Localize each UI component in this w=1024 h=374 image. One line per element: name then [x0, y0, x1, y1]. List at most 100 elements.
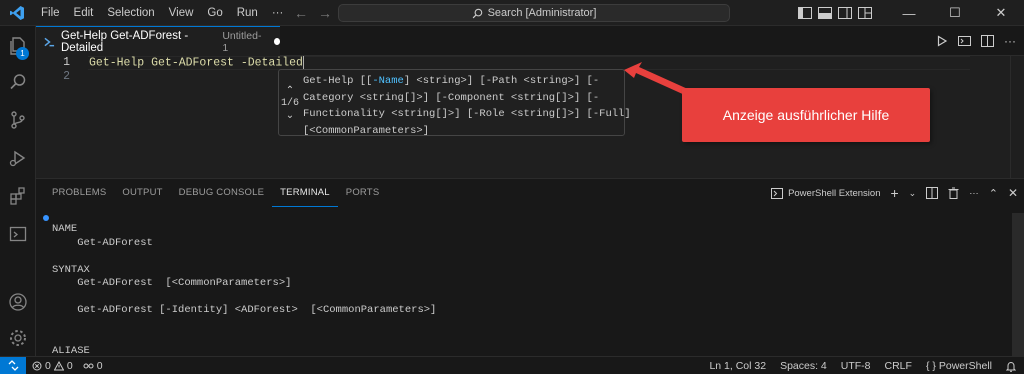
- error-count: 0: [45, 359, 51, 372]
- end-of-line[interactable]: CRLF: [885, 360, 912, 372]
- terminal-line: Get-ADForest: [52, 236, 153, 249]
- terminal-scrollbar[interactable]: [1012, 213, 1024, 357]
- maximize-panel-icon[interactable]: ⌃: [989, 187, 998, 200]
- toggle-panel-icon[interactable]: [818, 7, 832, 19]
- close-window-button[interactable]: ✕: [978, 0, 1024, 26]
- notifications-bell-icon[interactable]: [1006, 361, 1016, 372]
- terminal-dropdown-chevron-icon[interactable]: ⌄: [909, 188, 917, 199]
- cursor-position[interactable]: Ln 1, Col 32: [709, 360, 766, 372]
- source-control-icon[interactable]: [6, 108, 30, 132]
- hint-text-part: Get-Help [[: [303, 75, 373, 87]
- hint-text-line: Category <string[]>] [-Component <string…: [303, 91, 600, 104]
- chevron-down-icon[interactable]: ⌄: [286, 110, 294, 122]
- more-actions-icon[interactable]: ···: [1004, 34, 1016, 48]
- ports-status[interactable]: 0: [83, 360, 103, 372]
- tab-ports[interactable]: PORTS: [338, 179, 388, 207]
- split-editor-icon[interactable]: [981, 35, 994, 47]
- toggle-primary-sidebar-icon[interactable]: [798, 7, 812, 19]
- code-line-1[interactable]: Get-Help Get-ADForest -Detailed: [89, 56, 304, 71]
- error-icon: [32, 361, 42, 370]
- hint-counter: 1/6: [280, 98, 299, 109]
- title-right-controls: — ☐ ✕: [798, 0, 1024, 26]
- editor-overview-ruler[interactable]: [1010, 56, 1024, 178]
- terminal-line: Get-ADForest [-Identity] <ADForest> [<Co…: [52, 304, 437, 316]
- powershell-icon: [44, 37, 55, 46]
- indentation[interactable]: Spaces: 4: [780, 360, 827, 372]
- run-debug-icon[interactable]: [6, 146, 30, 170]
- problems-status[interactable]: 0 0: [32, 360, 73, 372]
- editor-tab-bar: Get-Help Get-ADForest -Detailed Untitled…: [36, 26, 1024, 56]
- layout-controls: [798, 7, 872, 19]
- editor-tab[interactable]: Get-Help Get-ADForest -Detailed Untitled…: [36, 26, 280, 56]
- activity-bar: 1: [0, 26, 36, 356]
- settings-gear-icon[interactable]: [6, 326, 30, 350]
- hint-active-parameter: -Name: [372, 75, 404, 87]
- menu-go[interactable]: Go: [200, 0, 229, 26]
- navigation-arrows: ← →: [294, 0, 332, 26]
- hint-text-part: ] <string>] [-Path <string>] [-: [403, 75, 600, 87]
- terminal-output[interactable]: NAME Get-ADForest SYNTAX Get-ADForest [<…: [52, 223, 436, 358]
- chevron-up-icon[interactable]: ⌃: [286, 85, 294, 97]
- maximize-button[interactable]: ☐: [932, 0, 978, 26]
- tab-output[interactable]: OUTPUT: [114, 179, 170, 207]
- terminal-line: SYNTAX: [52, 263, 90, 276]
- extensions-icon[interactable]: [6, 184, 30, 208]
- menu-edit[interactable]: Edit: [67, 0, 101, 26]
- language-label: PowerShell: [938, 360, 992, 372]
- ports-count: 0: [96, 359, 103, 372]
- split-terminal-icon[interactable]: [926, 187, 939, 199]
- close-panel-icon[interactable]: ✕: [1008, 186, 1018, 200]
- command-center-search[interactable]: Search [Administrator]: [338, 4, 730, 22]
- run-icon[interactable]: [936, 35, 948, 47]
- tab-description: Untitled-1: [222, 29, 262, 54]
- menu-more[interactable]: ···: [265, 0, 291, 26]
- search-icon: [472, 8, 482, 18]
- encoding[interactable]: UTF-8: [841, 360, 871, 372]
- bottom-panel: PROBLEMS OUTPUT DEBUG CONSOLE TERMINAL P…: [36, 178, 1024, 358]
- tab-terminal[interactable]: TERMINAL: [272, 179, 338, 207]
- unsaved-dot-icon[interactable]: [273, 38, 280, 45]
- remote-icon: [8, 360, 18, 371]
- forward-arrow-icon[interactable]: →: [318, 5, 332, 21]
- panel-actions: PowerShell Extension + ⌄ ··· ⌃ ✕: [771, 179, 1018, 207]
- tab-problems[interactable]: PROBLEMS: [44, 179, 114, 207]
- tab-debug-console[interactable]: DEBUG CONSOLE: [171, 179, 272, 207]
- menu-view[interactable]: View: [162, 0, 201, 26]
- terminal-command-decoration: [43, 215, 49, 221]
- hint-text-line: Functionality <string[]>] [-Role <string…: [303, 108, 631, 120]
- remote-indicator[interactable]: [0, 356, 26, 374]
- status-left: 0 0 0: [32, 360, 103, 372]
- editor-actions: ···: [936, 26, 1016, 56]
- run-selection-icon[interactable]: [958, 35, 971, 47]
- code-text: Get-Help Get-ADForest -Detailed: [89, 56, 303, 70]
- warning-count: 0: [66, 359, 73, 372]
- terminal-view-icon[interactable]: [6, 222, 30, 246]
- powershell-terminal-icon: [771, 187, 784, 199]
- text-cursor: [302, 56, 304, 69]
- toggle-secondary-sidebar-icon[interactable]: [838, 7, 852, 19]
- back-arrow-icon[interactable]: ←: [294, 5, 308, 21]
- braces-icon: { }: [925, 360, 936, 372]
- menu-file[interactable]: File: [34, 0, 67, 26]
- warning-icon: [53, 360, 64, 370]
- title-bar: File Edit Selection View Go Run ··· ← → …: [0, 0, 1024, 26]
- line-number: 2: [63, 70, 70, 83]
- hint-signature: Get-Help [[-Name] <string>] [-Path <stri…: [303, 73, 631, 139]
- menu-selection[interactable]: Selection: [100, 0, 161, 26]
- kill-terminal-trash-icon[interactable]: [948, 187, 959, 199]
- status-right: Ln 1, Col 32 Spaces: 4 UTF-8 CRLF { } Pow…: [709, 357, 1016, 374]
- language-mode[interactable]: { } PowerShell: [926, 360, 992, 372]
- search-sidebar-icon[interactable]: [6, 70, 30, 94]
- accounts-icon[interactable]: [6, 290, 30, 314]
- terminal-selector[interactable]: PowerShell Extension: [771, 187, 880, 199]
- terminal-line: Get-ADForest [<CommonParameters>]: [52, 277, 292, 289]
- menu-run[interactable]: Run: [230, 0, 265, 26]
- annotation-callout: Anzeige ausführlicher Hilfe: [682, 88, 930, 142]
- more-actions-icon[interactable]: ···: [969, 188, 979, 199]
- new-terminal-icon[interactable]: +: [890, 185, 898, 201]
- minimize-button[interactable]: —: [886, 0, 932, 26]
- ports-icon: [83, 363, 94, 368]
- customize-layout-icon[interactable]: [858, 7, 872, 19]
- hint-text-line: [<CommonParameters>]: [303, 124, 430, 137]
- menu-bar: File Edit Selection View Go Run ···: [34, 0, 290, 26]
